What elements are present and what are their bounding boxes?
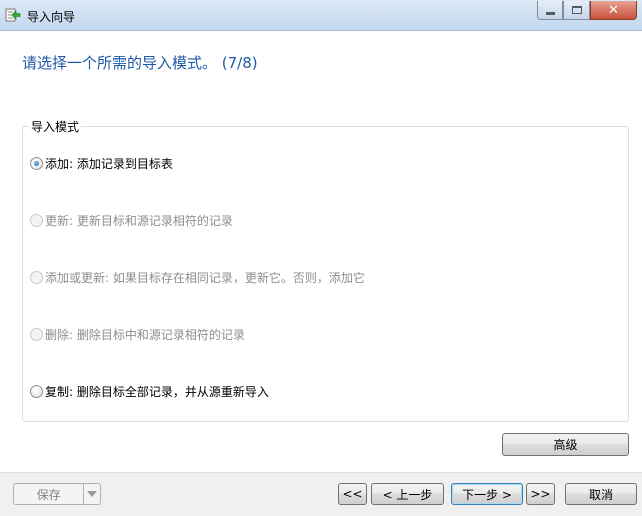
save-button: 保存 <box>36 487 61 502</box>
chevron-down-icon <box>87 491 98 497</box>
maximize-icon <box>571 6 582 14</box>
radio-option-append-or-update: 添加或更新: 如果目标存在相同记录，更新它。否则，添加它 <box>30 269 365 285</box>
window-title: 导入向导 <box>27 10 76 24</box>
radio-label: 复制: 删除目标全部记录，并从源重新导入 <box>45 384 269 399</box>
radio-option-copy[interactable]: 复制: 删除目标全部记录，并从源重新导入 <box>30 383 269 399</box>
radio-button <box>30 213 43 227</box>
first-step-button[interactable]: << <box>338 483 367 505</box>
title-bar[interactable]: 导入向导 ✕ <box>0 0 642 31</box>
radio-option-delete: 删除: 删除目标中和源记录相符的记录 <box>30 326 245 342</box>
save-split-button: 保存 <box>13 483 101 505</box>
cancel-button[interactable]: 取消 <box>565 483 637 505</box>
radio-label: 添加: 添加记录到目标表 <box>45 156 173 171</box>
import-mode-legend: 导入模式 <box>29 118 82 135</box>
radio-button <box>30 327 43 341</box>
maximize-button[interactable] <box>563 1 590 20</box>
advanced-button[interactable]: 高级 <box>502 433 629 456</box>
next-step-button[interactable]: 下一步 > <box>451 483 523 505</box>
minimize-icon <box>545 11 555 15</box>
page-heading: 请选择一个所需的导入模式。 (7/8) <box>22 54 258 72</box>
radio-label: 添加或更新: 如果目标存在相同记录，更新它。否则，添加它 <box>45 270 365 285</box>
last-step-button[interactable]: >> <box>526 483 555 505</box>
radio-option-append[interactable]: 添加: 添加记录到目标表 <box>30 155 173 171</box>
save-dropdown <box>83 484 100 504</box>
close-icon: ✕ <box>608 2 619 18</box>
previous-step-button[interactable]: < 上一步 <box>371 483 444 505</box>
radio-button[interactable] <box>30 384 43 398</box>
radio-label: 删除: 删除目标中和源记录相符的记录 <box>45 327 245 342</box>
radio-option-update: 更新: 更新目标和源记录相符的记录 <box>30 212 233 228</box>
radio-button[interactable] <box>30 156 43 170</box>
radio-label: 更新: 更新目标和源记录相符的记录 <box>45 213 233 228</box>
import-wizard-icon <box>5 8 21 22</box>
close-button[interactable]: ✕ <box>590 1 637 20</box>
minimize-button[interactable] <box>537 1 563 20</box>
radio-button <box>30 270 43 284</box>
